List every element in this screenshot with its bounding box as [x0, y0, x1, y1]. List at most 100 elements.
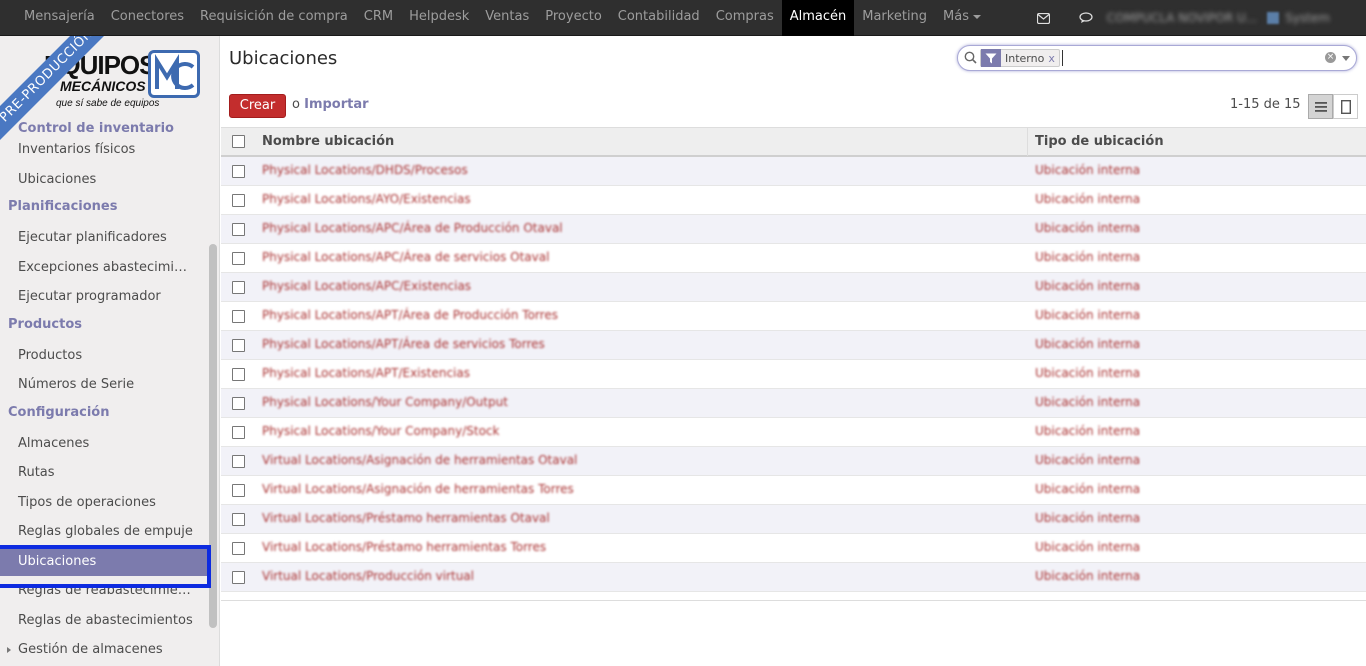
table-row[interactable]: Virtual Locations/Producción virtual Ubic… — [221, 563, 1366, 592]
row-checkbox[interactable] — [232, 280, 245, 294]
menu-item-3[interactable]: CRM — [356, 0, 401, 36]
import-area: o Importar — [292, 97, 369, 112]
page-title: Ubicaciones — [229, 48, 338, 69]
location-name-cell: Physical Locations/Your Company/Output — [262, 395, 508, 409]
table-row[interactable]: Virtual Locations/Préstamo herramientas … — [221, 505, 1366, 534]
row-checkbox[interactable] — [232, 454, 245, 468]
location-name-cell: Physical Locations/APT/Área de Producció… — [262, 308, 558, 322]
menu-item-10[interactable]: Marketing — [854, 0, 935, 36]
form-view-icon — [1340, 99, 1351, 114]
sidebar-item-label: Tipos de operaciones — [18, 494, 156, 510]
menu-item-11[interactable]: Más — [935, 0, 989, 36]
sidebar-item[interactable]: Tipos de operaciones — [0, 488, 200, 518]
menu-item-1[interactable]: Conectores — [103, 0, 192, 36]
search-options-toggle[interactable] — [1342, 56, 1350, 61]
create-button[interactable]: Crear — [229, 94, 286, 118]
sidebar-item[interactable]: Excepciones abastecimi… — [0, 253, 200, 283]
sidebar-item-label: Reglas de abastecimientos — [18, 612, 193, 628]
table-row[interactable]: Physical Locations/AYO/Existencias Ubicac… — [221, 186, 1366, 215]
menu-item-5[interactable]: Ventas — [477, 0, 537, 36]
sidebar-section-title: Planificaciones — [8, 199, 118, 214]
table-row[interactable]: Virtual Locations/Asignación de herramie… — [221, 447, 1366, 476]
table-row[interactable]: Physical Locations/APC/Existencias Ubicac… — [221, 273, 1366, 302]
menu-item-4[interactable]: Helpdesk — [401, 0, 477, 36]
location-name-cell: Physical Locations/DHDS/Procesos — [262, 163, 468, 177]
highlight-box — [0, 545, 211, 588]
clear-search-icon[interactable]: × — [1325, 52, 1336, 63]
table-row[interactable]: Physical Locations/APT/Área de Producció… — [221, 302, 1366, 331]
menu-item-0[interactable]: Mensajería — [0, 0, 103, 36]
table-header: Nombre ubicación Tipo de ubicación — [221, 127, 1366, 157]
sidebar-item[interactable]: Ejecutar planificadores — [0, 223, 200, 253]
menu-item-label: Más — [943, 9, 970, 24]
import-link[interactable]: Importar — [304, 97, 368, 112]
sidebar-item[interactable]: Reglas de abastecimientos — [0, 606, 200, 636]
system-menu[interactable]: System — [1267, 11, 1330, 25]
row-checkbox[interactable] — [232, 396, 245, 410]
table-row[interactable]: Physical Locations/APC/Área de servicios… — [221, 244, 1366, 273]
facet-remove-icon[interactable]: x — [1048, 52, 1059, 65]
table-row[interactable]: Physical Locations/Your Company/Stock Ubi… — [221, 418, 1366, 447]
sidebar-item[interactable]: Ejecutar programador — [0, 282, 200, 312]
sidebar-item[interactable]: Ubicaciones — [0, 165, 200, 195]
menu-item-8[interactable]: Compras — [708, 0, 782, 36]
table-row[interactable]: Physical Locations/APC/Área de Producció… — [221, 215, 1366, 244]
search-facet: Interno x — [980, 49, 1060, 67]
location-name-cell: Virtual Locations/Asignación de herramie… — [262, 482, 574, 496]
chat-icon[interactable] — [1065, 0, 1107, 36]
user-menu[interactable]: COMPUCLA NOVIPOR U... — [1107, 11, 1258, 25]
sidebar-item[interactable]: Productos — [0, 341, 200, 371]
sidebar-item[interactable]: Reglas globales de empuje — [0, 517, 200, 547]
column-header-type[interactable]: Tipo de ubicación — [1035, 134, 1164, 149]
sidebar-item[interactable]: Números de Serie — [0, 370, 200, 400]
table-row[interactable]: Physical Locations/DHDS/Procesos Ubicació… — [221, 157, 1366, 186]
column-header-name[interactable]: Nombre ubicación — [262, 134, 394, 149]
table-body: Physical Locations/DHDS/Procesos Ubicació… — [221, 157, 1366, 592]
sidebar-item[interactable]: Rutas — [0, 458, 200, 488]
menu-item-2[interactable]: Requisición de compra — [192, 0, 356, 36]
location-name-cell: Virtual Locations/Asignación de herramie… — [262, 453, 578, 467]
form-view-button[interactable] — [1333, 94, 1358, 119]
column-divider — [1027, 128, 1028, 156]
sidebar-item[interactable]: Inventarios físicos — [0, 135, 200, 165]
expand-arrow-icon[interactable] — [7, 647, 11, 653]
location-type-cell: Ubicación interna — [1035, 366, 1141, 380]
pager-value[interactable]: 1-15 de 15 — [1230, 97, 1301, 112]
select-all-checkbox[interactable] — [232, 135, 245, 148]
search-input[interactable] — [1062, 50, 1312, 66]
row-checkbox[interactable] — [232, 512, 245, 526]
table-row[interactable]: Physical Locations/APT/Existencias Ubicac… — [221, 360, 1366, 389]
table-row[interactable]: Virtual Locations/Préstamo herramientas … — [221, 534, 1366, 563]
search-bar[interactable]: Interno x × — [957, 45, 1357, 71]
top-navbar: Mensajería Conectores Requisición de compr… — [0, 0, 1366, 36]
menu-item-label: Proyecto — [545, 9, 602, 24]
row-checkbox[interactable] — [232, 570, 245, 584]
filter-icon — [981, 49, 1001, 67]
row-checkbox[interactable] — [232, 164, 245, 178]
list-view-button[interactable] — [1308, 94, 1333, 119]
table-row[interactable]: Physical Locations/APT/Área de servicios… — [221, 331, 1366, 360]
row-checkbox[interactable] — [232, 251, 245, 265]
menu-item-9[interactable]: Almacén — [781, 0, 855, 36]
table-row[interactable]: Virtual Locations/Asignación de herramie… — [221, 476, 1366, 505]
row-checkbox[interactable] — [232, 338, 245, 352]
row-checkbox[interactable] — [232, 309, 245, 323]
row-checkbox[interactable] — [232, 541, 245, 555]
row-checkbox[interactable] — [232, 483, 245, 497]
menu-item-label: Helpdesk — [409, 9, 470, 24]
messaging-icon[interactable] — [1023, 0, 1065, 36]
menu-item-7[interactable]: Contabilidad — [610, 0, 708, 36]
table-row[interactable]: Physical Locations/Your Company/Output Ub… — [221, 389, 1366, 418]
sidebar: EQUIPOS MECÁNICOS que sí sabe de equipos… — [0, 36, 220, 666]
row-checkbox[interactable] — [232, 425, 245, 439]
location-type-cell: Ubicación interna — [1035, 395, 1141, 409]
menu-item-6[interactable]: Proyecto — [537, 0, 610, 36]
row-checkbox[interactable] — [232, 222, 245, 236]
row-checkbox[interactable] — [232, 367, 245, 381]
sidebar-section-title: Productos — [8, 316, 83, 332]
sidebar-item[interactable]: Almacenes — [0, 429, 200, 459]
systray: COMPUCLA NOVIPOR U... System — [1023, 0, 1366, 36]
row-checkbox[interactable] — [232, 193, 245, 207]
sidebar-item[interactable]: Gestión de almacenes — [0, 635, 200, 665]
company-logo[interactable]: EQUIPOS MECÁNICOS que sí sabe de equipos… — [0, 36, 219, 145]
